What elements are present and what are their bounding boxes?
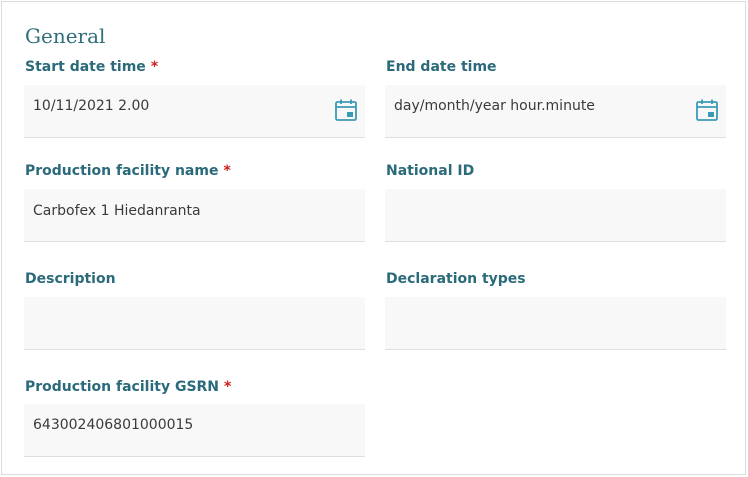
required-mark: * (223, 163, 231, 179)
declaration-types-label: Declaration types (386, 271, 526, 287)
start-date-time-label: Start date time * (25, 59, 158, 75)
declaration-types-label-text: Declaration types (386, 271, 526, 287)
production-facility-gsrn-label-text: Production facility GSRN (25, 379, 220, 395)
end-date-time-label-text: End date time (386, 59, 497, 75)
production-facility-gsrn-field[interactable]: 643002406801000015 (24, 404, 365, 457)
production-facility-name-value: Carbofex 1 Hiedanranta (33, 203, 201, 219)
end-date-time-placeholder: day/month/year hour.minute (394, 98, 595, 114)
start-date-time-field[interactable]: 10/11/2021 2.00 (24, 85, 365, 138)
production-facility-gsrn-label: Production facility GSRN * (25, 379, 231, 395)
production-facility-name-field[interactable]: Carbofex 1 Hiedanranta (24, 189, 365, 242)
production-facility-gsrn-value: 643002406801000015 (33, 417, 194, 433)
national-id-label: National ID (386, 163, 474, 179)
end-date-time-field[interactable]: day/month/year hour.minute (385, 85, 726, 138)
description-field[interactable] (24, 297, 365, 350)
general-form-card: General Start date time * 10/11/2021 2.00… (1, 1, 746, 475)
national-id-label-text: National ID (386, 163, 475, 179)
end-date-time-label: End date time (386, 59, 497, 75)
section-title: General (25, 24, 106, 48)
start-date-time-label-text: Start date time (25, 59, 146, 75)
national-id-field[interactable] (385, 189, 726, 242)
required-mark: * (150, 59, 159, 75)
production-facility-name-label-text: Production facility name (25, 163, 219, 179)
required-mark: * (224, 379, 232, 395)
description-label-text: Description (25, 271, 116, 287)
description-label: Description (25, 271, 116, 287)
production-facility-name-label: Production facility name * (25, 163, 231, 179)
declaration-types-field[interactable] (385, 297, 726, 350)
calendar-icon[interactable] (695, 98, 719, 122)
calendar-icon[interactable] (334, 98, 358, 122)
start-date-time-value: 10/11/2021 2.00 (33, 98, 150, 114)
